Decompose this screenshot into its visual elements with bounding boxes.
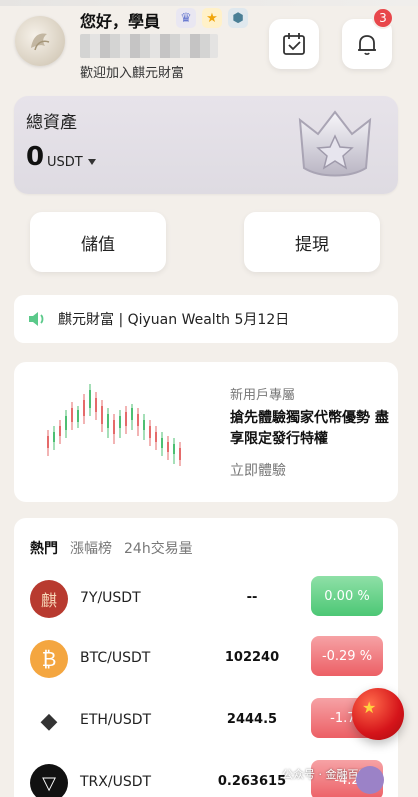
withdraw-button[interactable]: 提現 — [244, 212, 380, 272]
tab-24h-volume[interactable]: 24h交易量 — [124, 538, 193, 558]
total-assets-label: 總資產 — [26, 113, 77, 133]
user-badges: ♛ ★ ⬢ — [176, 8, 248, 28]
total-assets-card[interactable]: 總資產 0 USDT — [14, 96, 398, 194]
announcement-text: 麒元財富 | Qiyuan Wealth 5月12日 — [58, 312, 290, 328]
status-bar — [0, 0, 418, 6]
bitcoin-icon: ₿ — [30, 640, 68, 678]
total-assets-amount: 0 — [26, 142, 45, 172]
vip-crown-icon — [298, 110, 372, 177]
market-tabs: 熱門 漲幅榜 24h交易量 — [30, 538, 193, 558]
star-badge-icon: ★ — [202, 8, 222, 28]
gem-badge-icon: ⬢ — [228, 8, 248, 28]
greeting-text: 您好，學員 — [80, 12, 161, 31]
table-row[interactable]: ◆ ETH/USDT 2444.5 -1.70 — [14, 694, 398, 748]
market-list: 熱門 漲幅榜 24h交易量 麒 7Y/USDT -- 0.00 % ₿ BTC/… — [14, 518, 398, 797]
change-badge: -0.29 % — [311, 636, 383, 676]
pair-name: 7Y/USDT — [80, 590, 141, 606]
table-row[interactable]: 麒 7Y/USDT -- 0.00 % — [14, 572, 398, 626]
crown-badge-icon: ♛ — [176, 8, 196, 28]
price: -- — [246, 590, 258, 605]
chevron-down-icon[interactable] — [88, 159, 96, 165]
masked-user-id — [80, 34, 218, 58]
pair-name: ETH/USDT — [80, 712, 152, 728]
speaker-icon — [29, 312, 44, 326]
avatar[interactable] — [15, 16, 65, 66]
ethereum-icon: ◆ — [30, 702, 68, 740]
watermark-avatar — [356, 766, 384, 794]
tab-hot[interactable]: 熱門 — [30, 538, 58, 558]
7y-logo-icon: 麒 — [30, 580, 68, 618]
change-badge: 0.00 % — [311, 576, 383, 616]
promo-cta-link[interactable]: 立即體驗 — [230, 460, 286, 480]
bell-icon — [358, 35, 376, 55]
announcement-bar[interactable]: 麒元財富 | Qiyuan Wealth 5月12日 — [14, 295, 398, 343]
welcome-text: 歡迎加入麒元財富 — [80, 66, 185, 81]
price: 102240 — [224, 650, 280, 665]
check-in-button[interactable] — [269, 19, 319, 69]
logo-icon — [31, 33, 50, 51]
star-icon: ★ — [362, 698, 377, 717]
candlestick-chart-illustration — [47, 384, 181, 466]
promo-tag: 新用戶專屬 — [230, 388, 296, 403]
calendar-check-icon — [283, 33, 305, 55]
pair-name: TRX/USDT — [80, 774, 152, 790]
tron-icon: ▽ — [30, 764, 68, 797]
notification-count-badge: 3 — [372, 7, 394, 29]
currency-unit[interactable]: USDT — [47, 155, 83, 170]
deposit-button[interactable]: 儲值 — [30, 212, 166, 272]
promo-title: 搶先體驗獨家代幣優勢 盡享限定發行特權 — [230, 410, 389, 447]
tab-gainers[interactable]: 漲幅榜 — [70, 538, 112, 558]
promo-card[interactable]: 新用戶專屬 搶先體驗獨家代幣優勢 盡享限定發行特權 立即體驗 — [14, 362, 398, 502]
language-flag-button[interactable]: ★ — [352, 688, 404, 740]
price: 2444.5 — [226, 712, 278, 727]
table-row[interactable]: ₿ BTC/USDT 102240 -0.29 % — [14, 632, 398, 686]
pair-name: BTC/USDT — [80, 650, 151, 666]
